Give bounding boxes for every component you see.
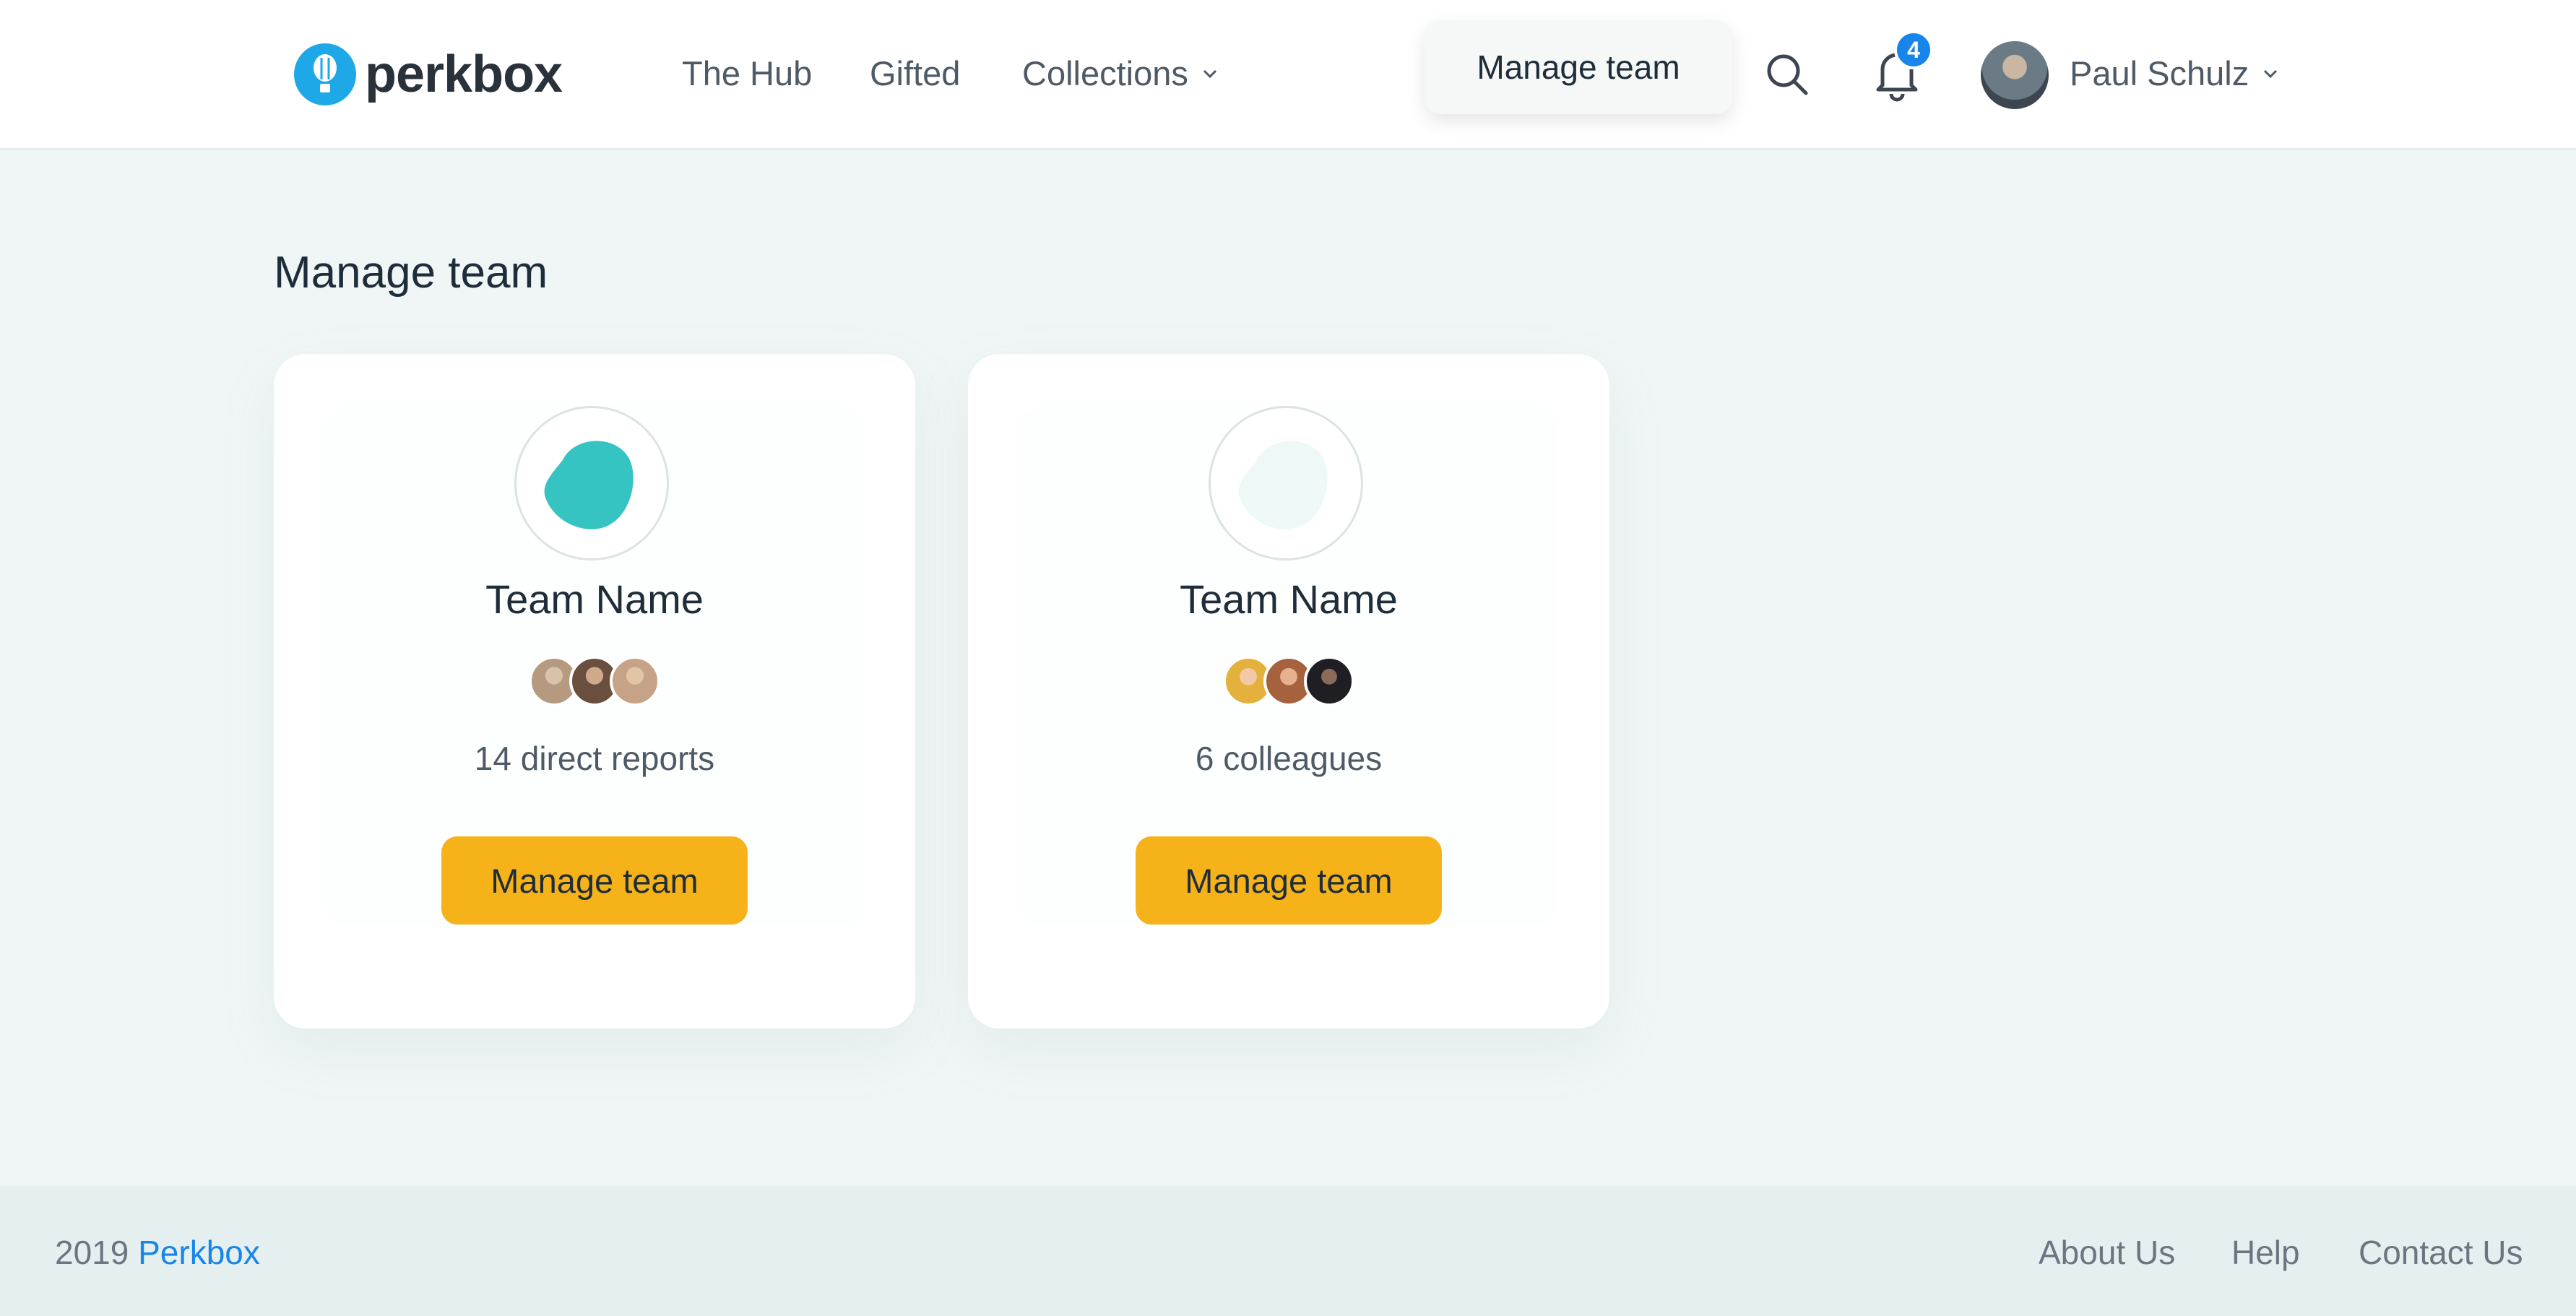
- team-member-count: 6 colleagues: [1195, 740, 1383, 777]
- chevron-down-icon: [1203, 69, 1216, 79]
- team-blob-icon: [1238, 441, 1328, 529]
- member-avatar: [1304, 656, 1354, 706]
- top-header: perkbox The Hub Gifted Collections Manag…: [0, 0, 2576, 150]
- team-card: Team Name 14 direct reports Manage team: [274, 354, 915, 1029]
- user-menu[interactable]: Paul Schulz: [2070, 52, 2279, 95]
- team-blob-icon: [544, 441, 634, 529]
- nav-collections-label: Collections: [1022, 54, 1188, 92]
- team-name: Team Name: [1180, 576, 1398, 622]
- team-card: Team Name 6 colleagues Manage team: [968, 354, 1609, 1029]
- nav-the-hub[interactable]: The Hub: [682, 52, 812, 95]
- team-member-avatars: [968, 656, 1609, 706]
- user-name: Paul Schulz: [2070, 54, 2249, 92]
- user-avatar[interactable]: [1981, 41, 2049, 109]
- footer-help-link[interactable]: Help: [2231, 1231, 2300, 1274]
- footer: 2019 Perkbox About Us Help Contact Us: [0, 1186, 2576, 1316]
- footer-about-link[interactable]: About Us: [2039, 1231, 2175, 1274]
- perkbox-logo[interactable]: perkbox: [294, 42, 563, 107]
- manage-team-button[interactable]: Manage team: [1136, 836, 1442, 925]
- nav-collections[interactable]: Collections: [1022, 52, 1219, 95]
- team-logo: [514, 406, 669, 560]
- page-title: Manage team: [274, 248, 548, 298]
- team-name: Team Name: [485, 576, 704, 622]
- member-avatar: [610, 656, 660, 706]
- copyright: 2019 Perkbox: [55, 1231, 260, 1274]
- search-icon[interactable]: [1765, 52, 1810, 97]
- manage-team-nav-button[interactable]: Manage team: [1425, 20, 1732, 114]
- perkbox-link[interactable]: Perkbox: [138, 1234, 260, 1271]
- chevron-down-icon: [2264, 69, 2278, 79]
- brand-name: perkbox: [365, 46, 563, 103]
- team-logo: [1209, 406, 1363, 560]
- team-member-count: 14 direct reports: [474, 740, 715, 777]
- copyright-year: 2019: [55, 1234, 129, 1271]
- balloon-icon: [294, 43, 356, 105]
- notification-badge: 4: [1894, 30, 1933, 69]
- manage-team-button[interactable]: Manage team: [441, 836, 748, 925]
- team-member-avatars: [274, 656, 915, 706]
- nav-gifted[interactable]: Gifted: [870, 52, 960, 95]
- footer-contact-link[interactable]: Contact Us: [2359, 1231, 2523, 1274]
